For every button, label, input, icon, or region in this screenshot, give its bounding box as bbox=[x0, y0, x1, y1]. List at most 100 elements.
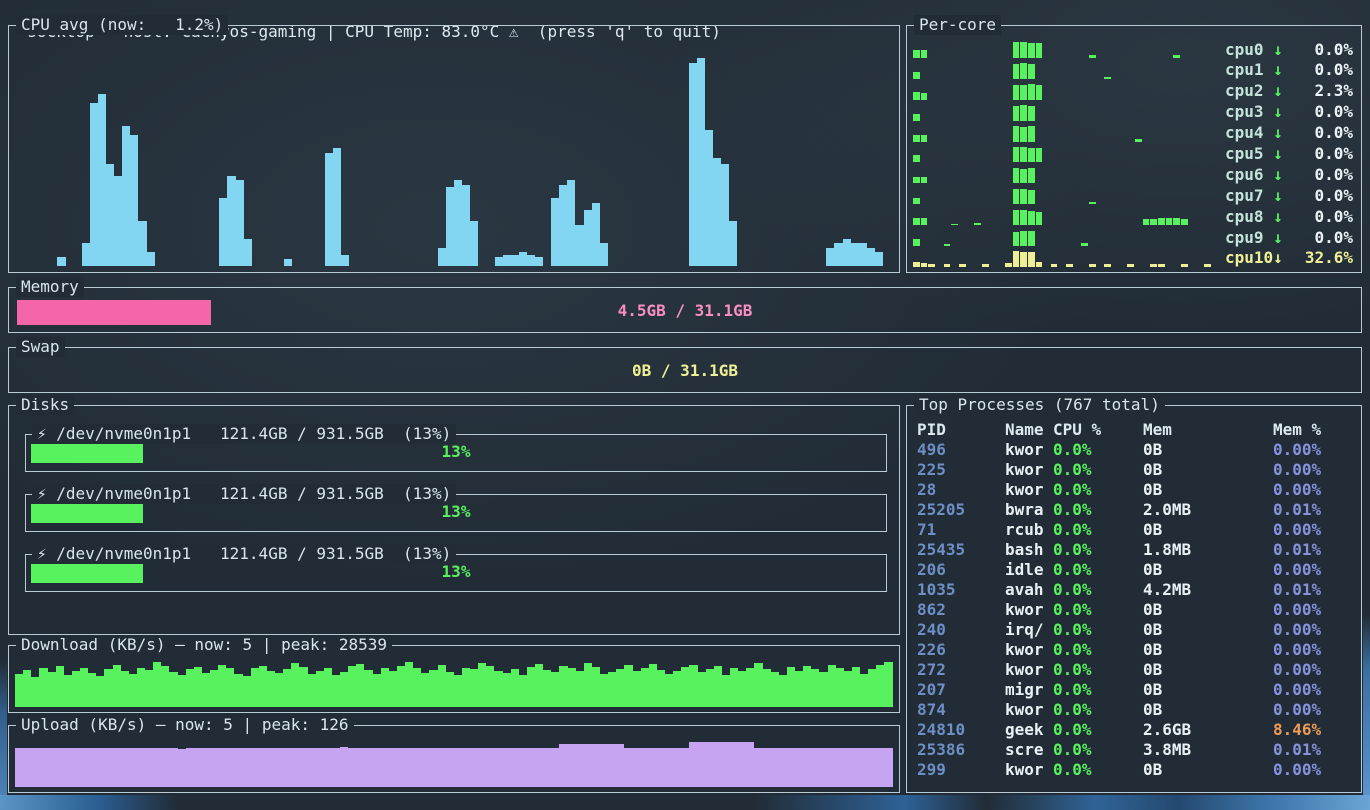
chart-bar bbox=[64, 748, 72, 787]
chart-bar bbox=[106, 164, 114, 266]
chart-bar bbox=[486, 666, 494, 707]
chart-bar bbox=[283, 669, 291, 707]
core-spark-cpu8 bbox=[913, 208, 1219, 225]
chart-bar bbox=[1020, 63, 1027, 79]
proc-cell-mem: 0B bbox=[1143, 460, 1273, 480]
chart-bar bbox=[1013, 251, 1020, 267]
core-row-cpu2: cpu2↓2.3% bbox=[913, 82, 1353, 101]
chart-bar bbox=[803, 666, 811, 707]
chart-bar bbox=[811, 748, 819, 787]
chart-bar bbox=[364, 748, 372, 787]
chart-bar bbox=[80, 668, 88, 707]
chart-bar bbox=[1135, 139, 1142, 142]
chart-bar bbox=[730, 742, 738, 787]
chart-bar bbox=[1036, 43, 1043, 58]
flash-icon: ⚡ bbox=[37, 544, 56, 563]
core-pct: 0.0% bbox=[1314, 186, 1353, 206]
chart-bar bbox=[1013, 210, 1020, 225]
chart-bar bbox=[584, 744, 592, 787]
disks-title: Disks bbox=[16, 395, 74, 415]
proc-cell-cpu: 0.0% bbox=[1053, 440, 1143, 460]
chart-bar bbox=[1036, 262, 1043, 267]
trend-down-icon: ↓ bbox=[1273, 248, 1283, 268]
download-chart bbox=[15, 660, 893, 707]
proc-cell-cpu: 0.0% bbox=[1053, 520, 1143, 540]
disk-entry: ⚡ /dev/nvme0n1p1 121.4GB / 931.5GB (13%)… bbox=[25, 554, 887, 592]
proc-cell-cpu: 0.0% bbox=[1053, 560, 1143, 580]
proc-cell-pid: 28 bbox=[917, 480, 1005, 500]
proc-cell-mempct: 0.01% bbox=[1273, 540, 1355, 560]
chart-bar bbox=[576, 744, 584, 787]
proc-cell-mem: 0B bbox=[1143, 700, 1273, 720]
chart-bar bbox=[876, 748, 884, 787]
chart-bar bbox=[503, 255, 511, 266]
chart-bar bbox=[921, 135, 928, 141]
chart-bar bbox=[429, 748, 437, 787]
chart-bar bbox=[913, 114, 920, 121]
chart-bar bbox=[438, 248, 446, 266]
chart-bar bbox=[56, 666, 64, 707]
chart-bar bbox=[592, 203, 600, 266]
proc-cell-pid: 24810 bbox=[917, 720, 1005, 740]
proc-cell-pid: 862 bbox=[917, 600, 1005, 620]
chart-bar bbox=[1036, 85, 1043, 100]
disk-usage-pct: 13% bbox=[26, 562, 886, 582]
chart-bar bbox=[511, 748, 519, 787]
upload-title: Upload (KB/s) — now: 5 | peak: 126 bbox=[16, 715, 354, 735]
core-spark-cpu5 bbox=[913, 145, 1219, 162]
core-row-cpu1: cpu1↓0.0% bbox=[913, 61, 1353, 80]
proc-cell-mempct: 0.00% bbox=[1273, 620, 1355, 640]
chart-bar bbox=[884, 662, 892, 707]
chart-bar bbox=[244, 239, 252, 266]
chart-bar bbox=[875, 252, 883, 266]
chart-bar bbox=[543, 670, 551, 707]
chart-bar bbox=[527, 255, 535, 266]
chart-bar bbox=[754, 663, 762, 707]
chart-bar bbox=[689, 665, 697, 707]
chart-bar bbox=[828, 665, 836, 707]
chart-bar bbox=[1020, 127, 1027, 142]
chart-bar bbox=[389, 671, 397, 707]
chart-bar bbox=[649, 748, 657, 787]
proc-cell-pid: 71 bbox=[917, 520, 1005, 540]
chart-bar bbox=[454, 675, 462, 707]
core-pct: 0.0% bbox=[1314, 207, 1353, 227]
core-spark-cpu3 bbox=[913, 104, 1219, 121]
proc-cell-mem: 0B bbox=[1143, 440, 1273, 460]
chart-bar bbox=[844, 671, 852, 707]
chart-bar bbox=[779, 675, 787, 707]
chart-bar bbox=[819, 672, 827, 707]
proc-cell-cpu: 0.0% bbox=[1053, 640, 1143, 660]
chart-bar bbox=[763, 669, 771, 707]
chart-bar bbox=[1173, 55, 1180, 58]
chart-bar bbox=[1020, 169, 1027, 183]
chart-bar bbox=[1020, 85, 1027, 100]
chart-bar bbox=[90, 103, 98, 266]
proc-cell-mem: 3.8MB bbox=[1143, 740, 1273, 760]
chart-bar bbox=[356, 664, 364, 707]
core-row-cpu0: cpu0↓0.0% bbox=[913, 40, 1353, 59]
chart-bar bbox=[324, 668, 332, 707]
chart-bar bbox=[48, 672, 56, 707]
chart-bar bbox=[763, 748, 771, 787]
chart-bar bbox=[535, 257, 543, 266]
chart-bar bbox=[1020, 231, 1027, 246]
chart-bar bbox=[381, 668, 389, 707]
chart-bar bbox=[633, 671, 641, 707]
proc-cell-cpu: 0.0% bbox=[1053, 600, 1143, 620]
chart-bar bbox=[592, 667, 600, 707]
chart-bar bbox=[1013, 168, 1020, 183]
core-spark-cpu10 bbox=[913, 250, 1219, 267]
core-name: cpu4 bbox=[1225, 123, 1273, 143]
chart-bar bbox=[1028, 64, 1035, 79]
proc-cell-mem: 4.2MB bbox=[1143, 580, 1273, 600]
core-name: cpu0 bbox=[1225, 40, 1273, 60]
chart-bar bbox=[665, 748, 673, 787]
chart-bar bbox=[843, 239, 851, 266]
chart-bar bbox=[15, 748, 23, 787]
chart-bar bbox=[859, 243, 867, 266]
chart-bar bbox=[210, 670, 218, 707]
per-core-panel: Per-core cpu0↓0.0%cpu1↓0.0%cpu2↓2.3%cpu3… bbox=[906, 25, 1362, 273]
disk-title: ⚡ /dev/nvme0n1p1 121.4GB / 931.5GB (13%) bbox=[32, 544, 456, 564]
core-spark-cpu4 bbox=[913, 125, 1219, 142]
